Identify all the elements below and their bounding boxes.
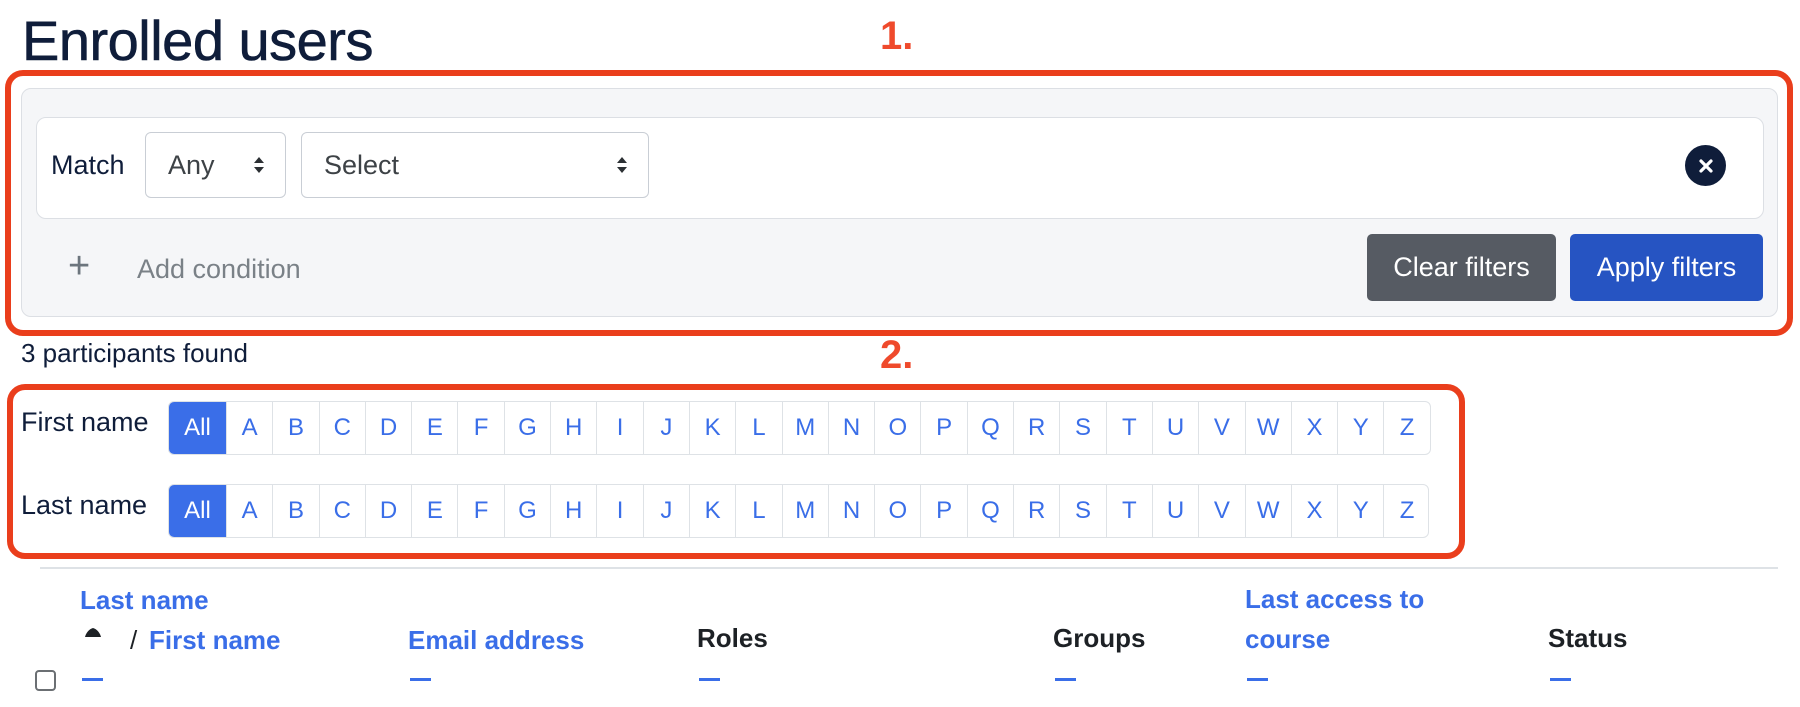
last-initial-e[interactable]: E <box>411 485 457 537</box>
last-initial-c[interactable]: C <box>318 485 365 537</box>
first-initial-q[interactable]: Q <box>966 402 1013 454</box>
last-initial-a[interactable]: A <box>226 485 272 537</box>
sort-email-link[interactable]: Email address <box>408 625 584 656</box>
first-initial-p[interactable]: P <box>920 402 966 454</box>
sort-last-name-link[interactable]: Last name <box>80 585 209 616</box>
first-initial-b[interactable]: B <box>272 402 318 454</box>
first-initial-i[interactable]: I <box>596 402 642 454</box>
first-initial-z[interactable]: Z <box>1383 402 1429 454</box>
annotation-label-2: 2. <box>880 333 914 377</box>
groups-header: Groups <box>1053 623 1146 653</box>
first-initial-all[interactable]: All <box>169 402 226 454</box>
collapse-email-dash[interactable] <box>410 678 431 681</box>
first-initial-m[interactable]: M <box>781 402 828 454</box>
first-initial-l[interactable]: L <box>735 402 781 454</box>
page-title: Enrolled users <box>22 9 374 73</box>
annotation-label-1: 1. <box>880 14 914 58</box>
first-initial-w[interactable]: W <box>1244 402 1291 454</box>
last-initial-r[interactable]: R <box>1013 485 1059 537</box>
first-initial-s[interactable]: S <box>1059 402 1105 454</box>
first-initial-r[interactable]: R <box>1013 402 1059 454</box>
first-initial-c[interactable]: C <box>318 402 365 454</box>
last-initial-k[interactable]: K <box>688 485 735 537</box>
add-condition-button[interactable]: Add condition <box>137 254 301 285</box>
last-initial-m[interactable]: M <box>781 485 828 537</box>
table-divider <box>40 567 1778 569</box>
last-initial-h[interactable]: H <box>550 485 596 537</box>
first-initial-t[interactable]: T <box>1105 402 1152 454</box>
last-initial-d[interactable]: D <box>364 485 411 537</box>
first-initial-x[interactable]: X <box>1290 402 1337 454</box>
first-initial-e[interactable]: E <box>411 402 457 454</box>
roles-header: Roles <box>697 623 768 653</box>
last-initial-y[interactable]: Y <box>1337 485 1383 537</box>
collapse-last-access-dash[interactable] <box>1247 678 1268 681</box>
last-initial-w[interactable]: W <box>1244 485 1291 537</box>
last-initial-v[interactable]: V <box>1198 485 1244 537</box>
last-initial-all[interactable]: All <box>169 485 226 537</box>
collapse-roles-dash[interactable] <box>699 678 720 681</box>
first-initial-h[interactable]: H <box>550 402 596 454</box>
last-access-line1: Last access to <box>1245 584 1425 614</box>
first-initial-j[interactable]: J <box>642 402 689 454</box>
status-header: Status <box>1548 623 1628 653</box>
clear-filters-button[interactable]: Clear filters <box>1367 234 1556 301</box>
last-initial-i[interactable]: I <box>596 485 642 537</box>
collapse-last-name-dash[interactable] <box>82 678 103 681</box>
apply-filters-button[interactable]: Apply filters <box>1570 234 1763 301</box>
last-initial-o[interactable]: O <box>874 485 920 537</box>
first-initial-d[interactable]: D <box>364 402 411 454</box>
last-initial-l[interactable]: L <box>735 485 781 537</box>
first-initial-f[interactable]: F <box>457 402 503 454</box>
last-initial-q[interactable]: Q <box>966 485 1013 537</box>
close-icon <box>1698 158 1713 173</box>
first-initial-a[interactable]: A <box>226 402 272 454</box>
first-initial-y[interactable]: Y <box>1337 402 1383 454</box>
collapse-groups-dash[interactable] <box>1055 678 1076 681</box>
last-name-initials-label: Last name <box>21 490 148 520</box>
sort-last-access-link[interactable]: Last access to course <box>1245 584 1424 655</box>
last-initial-j[interactable]: J <box>642 485 689 537</box>
select-all-checkbox[interactable] <box>35 670 56 691</box>
last-initial-f[interactable]: F <box>457 485 503 537</box>
sort-caret-icon <box>254 157 264 173</box>
condition-type-select[interactable]: Select <box>301 132 649 198</box>
last-initial-x[interactable]: X <box>1290 485 1337 537</box>
sort-asc-icon <box>85 628 101 637</box>
match-select-value: Any <box>168 149 215 180</box>
last-initial-z[interactable]: Z <box>1383 485 1428 537</box>
name-separator: / <box>130 625 138 655</box>
filter-row <box>36 117 1764 219</box>
last-initial-g[interactable]: G <box>503 485 550 537</box>
first-initial-k[interactable]: K <box>688 402 735 454</box>
sort-first-name-link[interactable]: First name <box>149 625 281 656</box>
remove-condition-button[interactable] <box>1685 145 1726 186</box>
condition-select-value: Select <box>324 149 400 180</box>
participants-count: 3 participants found <box>21 338 248 368</box>
match-select[interactable]: Any <box>145 132 286 198</box>
last-initial-t[interactable]: T <box>1105 485 1152 537</box>
last-initial-b[interactable]: B <box>272 485 318 537</box>
first-initial-n[interactable]: N <box>827 402 874 454</box>
last-access-line2: course <box>1245 624 1331 654</box>
first-initial-g[interactable]: G <box>503 402 550 454</box>
first-initial-o[interactable]: O <box>874 402 920 454</box>
first-name-initials-bar: All ABCDEFGHIJKLMNOPQRSTUVWXYZ <box>168 401 1431 455</box>
match-label: Match <box>51 150 125 180</box>
last-name-initials-bar: All ABCDEFGHIJKLMNOPQRSTUVWXYZ <box>168 484 1429 538</box>
first-initial-u[interactable]: U <box>1151 402 1198 454</box>
last-initial-n[interactable]: N <box>827 485 874 537</box>
plus-icon[interactable]: + <box>68 247 90 285</box>
collapse-status-dash[interactable] <box>1550 678 1571 681</box>
first-initial-v[interactable]: V <box>1198 402 1244 454</box>
sort-caret-icon <box>617 157 627 173</box>
last-initial-p[interactable]: P <box>920 485 966 537</box>
first-name-initials-label: First name <box>21 407 149 437</box>
last-initial-u[interactable]: U <box>1151 485 1198 537</box>
last-initial-s[interactable]: S <box>1059 485 1105 537</box>
